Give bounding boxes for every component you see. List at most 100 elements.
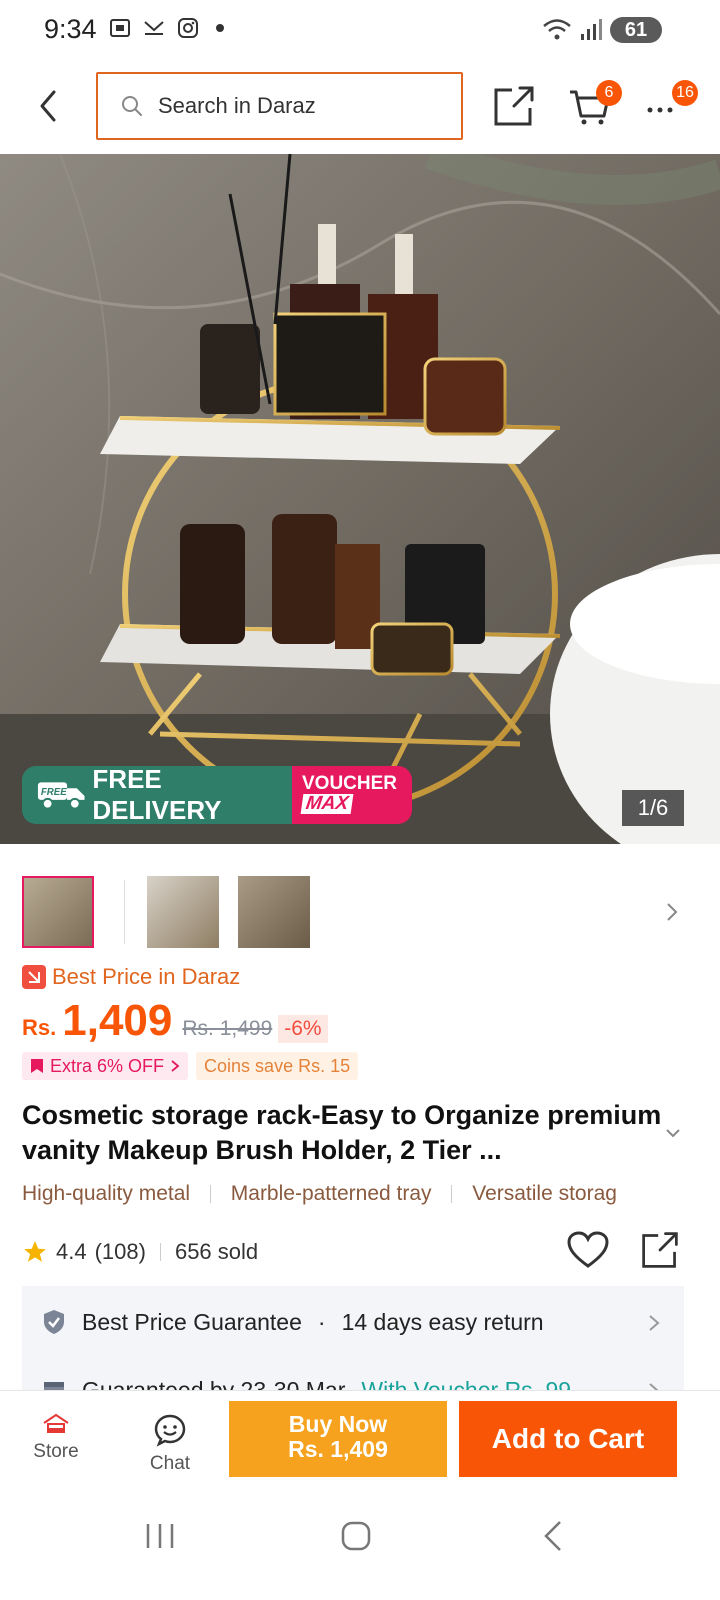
thumbnail-1[interactable] xyxy=(22,876,94,948)
store-button[interactable]: Store xyxy=(18,1413,94,1479)
back-nav-icon[interactable] xyxy=(534,1516,574,1556)
tag-divider xyxy=(209,1185,211,1204)
status-system-icons: 61 xyxy=(542,17,662,43)
shield-check-icon xyxy=(44,1310,64,1334)
feature-tag: Marble-patterned tray xyxy=(230,1182,432,1205)
more-count-badge: 16 xyxy=(672,80,698,106)
chevron-down-icon[interactable] xyxy=(664,1126,682,1140)
share-product-button[interactable] xyxy=(640,1230,680,1270)
add-to-cart-button[interactable]: Add to Cart xyxy=(459,1401,677,1477)
chevron-right-icon xyxy=(649,1383,659,1390)
share-button[interactable] xyxy=(492,84,536,128)
delivery-truck-icon: FREE xyxy=(37,782,85,810)
share-icon xyxy=(642,1232,678,1268)
battery-level: 61 xyxy=(624,18,648,41)
share-icon xyxy=(494,86,534,126)
free-delivery-badge: FREE FREE DELIVERY xyxy=(22,764,292,825)
add-to-cart-label: Add to Cart xyxy=(491,1423,645,1454)
best-price-text: Best Price in Daraz xyxy=(52,964,241,989)
extra-off-label: Extra 6% OFF xyxy=(50,1055,165,1076)
recent-apps-icon[interactable] xyxy=(140,1516,180,1556)
status-time: 9:34 xyxy=(44,14,97,44)
missed-call-icon xyxy=(142,16,166,40)
free-truck-label: FREE xyxy=(41,787,67,798)
wishlist-button[interactable] xyxy=(566,1230,610,1270)
product-image[interactable]: FREE FREE DELIVERY VOUCHER MAX 1/6 xyxy=(0,154,720,844)
promo-row: Extra 6% OFF Coins save Rs. 15 xyxy=(22,1052,359,1080)
best-price-guarantee: Best Price Guarantee xyxy=(82,1308,302,1335)
rating-value: 4.4 xyxy=(56,1239,87,1264)
home-icon[interactable] xyxy=(336,1516,376,1556)
star-icon xyxy=(24,1241,46,1262)
thumbnail-2[interactable] xyxy=(147,876,219,948)
chevron-right-icon[interactable] xyxy=(664,900,680,924)
feature-tags: High-quality metal Marble-patterned tray… xyxy=(22,1182,684,1214)
back-button[interactable] xyxy=(30,86,66,126)
thumbnail-strip xyxy=(0,872,720,952)
feature-tag: Versatile storag xyxy=(472,1182,617,1205)
status-bar: 9:34 61 xyxy=(0,0,720,62)
instagram-icon xyxy=(176,16,200,40)
rating-divider xyxy=(159,1243,161,1261)
cart-count-badge: 6 xyxy=(596,80,622,106)
chat-label: Chat xyxy=(149,1453,191,1474)
voucher-max-badge: VOUCHER MAX xyxy=(292,766,412,824)
back-arrow-icon xyxy=(40,90,56,122)
signal-icon xyxy=(581,19,602,40)
wifi-icon xyxy=(543,19,571,40)
status-notification-icons xyxy=(108,16,224,40)
rating-row[interactable]: 4.4 (108) 656 sold xyxy=(22,1234,258,1270)
chat-button[interactable]: Chat xyxy=(132,1413,208,1479)
voucher-label: VOUCHER xyxy=(302,773,398,794)
free-delivery-label: FREE DELIVERY xyxy=(92,764,222,825)
separator-dot: · xyxy=(317,1308,326,1335)
delivery-estimate: Guaranteed by 23-30 Mar xyxy=(82,1376,346,1391)
notification-dot-icon xyxy=(216,24,224,32)
buy-now-button[interactable]: Buy Now Rs. 1,409 xyxy=(229,1401,447,1477)
review-count: (108) xyxy=(94,1239,146,1264)
original-price: Rs. 1,499 xyxy=(182,1017,273,1040)
heart-icon xyxy=(567,1231,609,1268)
search-placeholder: Search in Daraz xyxy=(158,93,316,118)
delivery-row: Guaranteed by 23-30 Mar With Voucher Rs.… xyxy=(42,1372,571,1390)
discount-badge: -6% xyxy=(278,1015,328,1043)
coins-label: Coins save Rs. 15 xyxy=(204,1055,351,1076)
chevron-right-icon xyxy=(649,1315,660,1331)
buy-now-price: Rs. 1,409 xyxy=(288,1436,388,1462)
screen-record-icon xyxy=(108,16,132,40)
product-photo-illustration xyxy=(0,154,720,844)
tag-divider xyxy=(451,1185,453,1204)
cart-button[interactable]: 6 xyxy=(568,80,622,128)
extra-off-button[interactable]: Extra 6% OFF xyxy=(22,1052,189,1080)
top-bar: Search in Daraz 6 16 xyxy=(0,62,720,154)
price-row: Rs. 1,409 Rs. 1,499 -6% xyxy=(22,996,328,1052)
coupon-icon xyxy=(31,1059,43,1073)
search-input[interactable]: Search in Daraz xyxy=(96,72,463,140)
bottom-action-bar: Store Chat Buy Now Rs. 1,409 Add to Cart xyxy=(0,1390,720,1488)
price-currency: Rs. xyxy=(22,1015,57,1040)
product-title: Cosmetic storage rack-Easy to Organize p… xyxy=(22,1100,662,1165)
sold-count: 656 sold xyxy=(174,1239,259,1264)
current-price: 1,409 xyxy=(62,996,173,1045)
more-options-button[interactable]: 16 xyxy=(646,80,698,116)
coins-badge[interactable]: Coins save Rs. 15 xyxy=(196,1052,359,1080)
system-nav-bar xyxy=(0,1488,720,1600)
feature-tag: High-quality metal xyxy=(22,1182,191,1205)
image-counter: 1/6 xyxy=(622,790,684,826)
easy-return-label: 14 days easy return xyxy=(341,1308,544,1335)
thumbnail-divider xyxy=(124,880,125,944)
delivery-voucher: With Voucher Rs. 99 xyxy=(361,1376,572,1391)
thumbnail-3[interactable] xyxy=(238,876,310,948)
guarantee-row: Best Price Guarantee · 14 days easy retu… xyxy=(42,1304,544,1340)
search-icon xyxy=(122,96,142,116)
best-price-icon xyxy=(22,965,46,989)
voucher-max-label: MAX xyxy=(300,793,354,814)
service-guarantee-box[interactable]: Best Price Guarantee · 14 days easy retu… xyxy=(22,1286,684,1390)
delivery-calendar-icon xyxy=(44,1382,64,1390)
chat-icon xyxy=(154,1414,186,1447)
buy-now-label: Buy Now xyxy=(288,1411,388,1437)
battery-indicator: 61 xyxy=(610,17,662,43)
best-price-label: Best Price in Daraz xyxy=(22,964,240,990)
store-label: Store xyxy=(33,1441,79,1462)
chevron-right-icon xyxy=(171,1060,180,1072)
